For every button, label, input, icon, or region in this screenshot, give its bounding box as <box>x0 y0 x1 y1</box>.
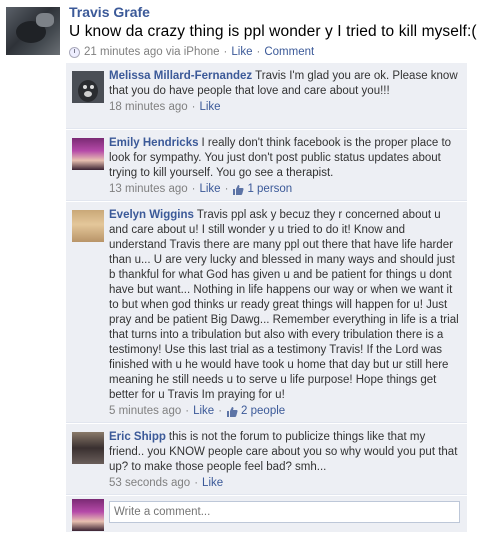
comment-item: Eric Shipp this is not the forum to publi… <box>66 424 467 495</box>
separator: · <box>223 46 228 58</box>
author-avatar[interactable] <box>6 7 60 55</box>
comment-like-link[interactable]: Like <box>199 183 220 195</box>
current-user-avatar <box>72 499 104 531</box>
write-comment-box <box>66 496 467 532</box>
commenter-name[interactable]: Melissa Millard-Fernandez <box>109 70 252 82</box>
separator: · <box>191 183 196 195</box>
clock-icon <box>69 46 80 58</box>
comment-link[interactable]: Comment <box>264 46 314 58</box>
likes-count-link[interactable]: 2 people <box>241 405 285 417</box>
comment-like-link[interactable]: Like <box>202 477 223 489</box>
comment-meta: 18 minutes ago · Like <box>109 101 461 113</box>
separator: · <box>185 405 190 417</box>
story: Travis Grafe U know da crazy thing is pp… <box>0 0 487 560</box>
commenter-avatar[interactable] <box>72 138 104 170</box>
comment-time[interactable]: 13 minutes ago <box>109 183 188 195</box>
separator: · <box>218 405 223 417</box>
comments-list: Melissa Millard-Fernandez Travis I'm glad… <box>66 63 467 532</box>
commenter-name[interactable]: Evelyn Wiggins <box>109 209 194 221</box>
commenter-avatar[interactable] <box>72 432 104 464</box>
story-time[interactable]: 21 minutes ago via iPhone <box>84 46 220 58</box>
separator: · <box>194 477 199 489</box>
thumbs-up-icon <box>232 184 244 195</box>
separator: · <box>191 101 196 113</box>
separator: · <box>224 183 229 195</box>
comment-item: Emily Hendricks I really don't think face… <box>66 130 467 201</box>
comment-item: Melissa Millard-Fernandez Travis I'm glad… <box>66 63 467 129</box>
comment-item: Evelyn Wiggins Travis ppl ask y becuz the… <box>66 202 467 423</box>
commenter-name[interactable]: Emily Hendricks <box>109 137 198 149</box>
comment-time[interactable]: 18 minutes ago <box>109 101 188 113</box>
separator: · <box>256 46 261 58</box>
thumbs-up-icon <box>226 406 238 417</box>
comment-meta: 13 minutes ago · Like · 1 person <box>109 183 461 195</box>
comment-like-link[interactable]: Like <box>193 405 214 417</box>
write-comment-input[interactable] <box>109 501 460 523</box>
commenter-avatar[interactable] <box>72 210 104 242</box>
author-name[interactable]: Travis Grafe <box>69 4 150 20</box>
commenter-avatar[interactable] <box>72 71 104 103</box>
like-link[interactable]: Like <box>231 46 252 58</box>
comment-meta: 53 seconds ago · Like <box>109 477 461 489</box>
story-meta: 21 minutes ago via iPhone · Like · Comme… <box>69 46 314 58</box>
comment-time[interactable]: 5 minutes ago <box>109 405 181 417</box>
comment-time[interactable]: 53 seconds ago <box>109 477 190 489</box>
status-text: U know da crazy thing is ppl wonder y I … <box>69 23 477 40</box>
likes-count-link[interactable]: 1 person <box>247 183 292 195</box>
comment-like-link[interactable]: Like <box>199 101 220 113</box>
comment-text: Travis ppl ask y becuz they r concerned … <box>109 209 459 401</box>
comment-meta: 5 minutes ago · Like · 2 people <box>109 405 461 417</box>
commenter-name[interactable]: Eric Shipp <box>109 431 166 443</box>
